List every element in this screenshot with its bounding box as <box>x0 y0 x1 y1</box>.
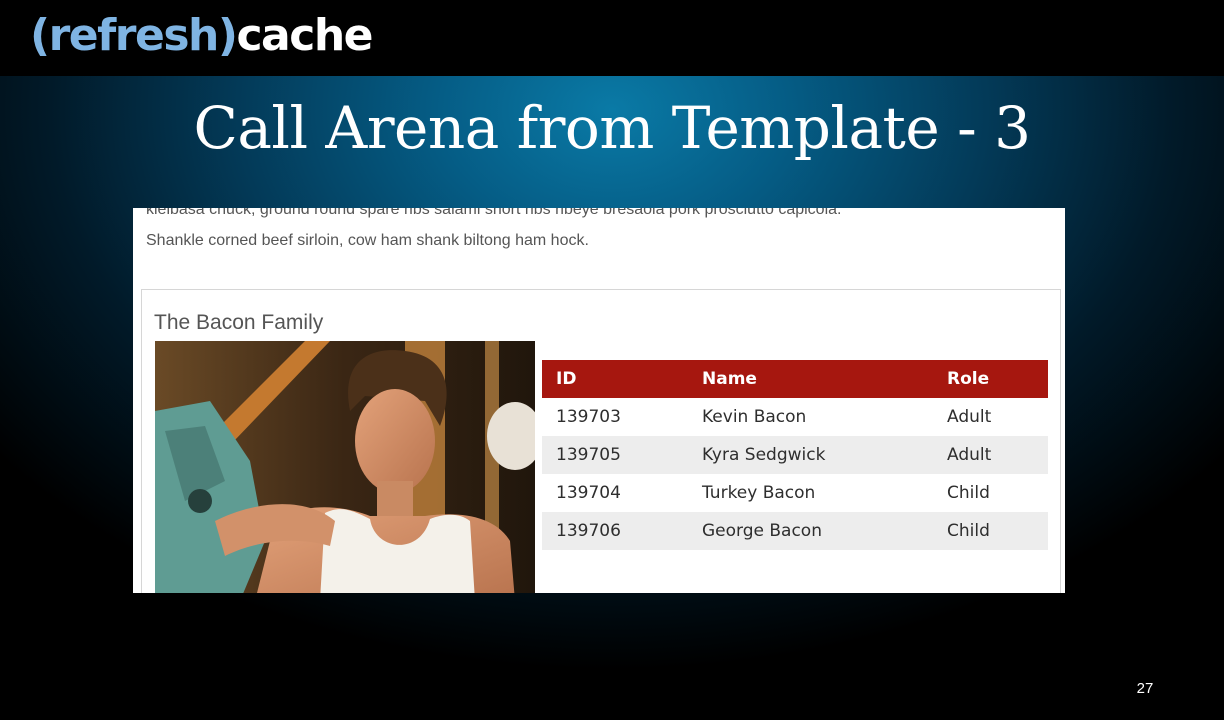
header-id: ID <box>542 360 688 398</box>
cell-name: Kyra Sedgwick <box>688 436 933 474</box>
cell-id: 139703 <box>556 407 621 427</box>
header-name: Name <box>688 360 933 398</box>
logo-refresh-text: (refresh) <box>30 10 238 61</box>
person-photo <box>155 341 535 593</box>
top-bar: (refresh)cache <box>0 0 1224 76</box>
photo-illustration <box>155 341 535 593</box>
cell-role: Child <box>933 512 1048 550</box>
lorem-line-2: Shankle corned beef sirloin, cow ham sha… <box>146 232 589 249</box>
table-row: 139705 Kyra Sedgwick Adult <box>542 436 1048 474</box>
header-role: Role <box>933 360 1048 398</box>
table-header-row: ID Name Role <box>542 360 1048 398</box>
slide-title: Call Arena from Template - 3 <box>193 94 1031 162</box>
cell-name: George Bacon <box>688 512 933 550</box>
refreshcache-logo: (refresh)cache <box>30 8 373 64</box>
table-row: 139703 Kevin Bacon Adult <box>542 398 1048 436</box>
cell-role: Adult <box>947 407 992 427</box>
panel-title: The Bacon Family <box>154 311 324 334</box>
table-row: 139706 George Bacon Child <box>542 512 1048 550</box>
cell-role: Child <box>947 483 990 503</box>
lorem-line-1: kielbasa chuck, ground round spare ribs … <box>146 208 842 218</box>
page-number: 27 <box>1136 680 1154 697</box>
bacon-family-table: ID Name Role 139703 Kevin Bacon Adult 13… <box>542 360 1048 550</box>
cell-id: 139706 <box>542 512 688 550</box>
lorem-paragraph: kielbasa chuck, ground round spare ribs … <box>146 208 1046 256</box>
cell-id: 139704 <box>556 483 621 503</box>
embedded-screenshot: kielbasa chuck, ground round spare ribs … <box>133 208 1065 593</box>
logo-cache-text: cache <box>236 10 373 61</box>
table-row: 139704 Turkey Bacon Child <box>542 474 1048 512</box>
cell-role: Adult <box>933 436 1048 474</box>
cell-name: Turkey Bacon <box>702 483 816 503</box>
cell-name: Kevin Bacon <box>702 407 807 427</box>
bacon-family-panel: The Bacon Family ID Name Role 139703 Kev… <box>141 289 1061 593</box>
cell-id: 139705 <box>542 436 688 474</box>
